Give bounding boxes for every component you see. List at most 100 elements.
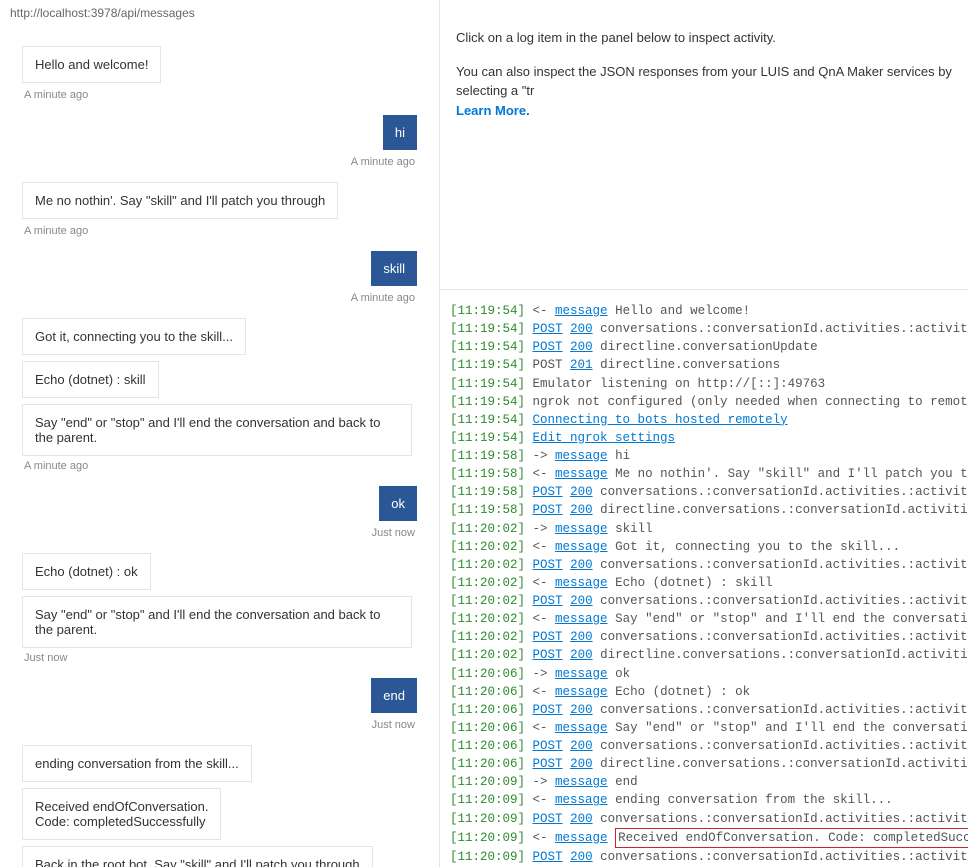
log-link[interactable]: 200 xyxy=(570,850,593,864)
user-message-bubble[interactable]: hi xyxy=(383,115,417,150)
log-timestamp: [11:20:02] xyxy=(450,576,525,590)
log-line[interactable]: [11:19:54] Emulator listening on http://… xyxy=(450,375,958,393)
log-line[interactable]: [11:20:02] POST 200 conversations.:conve… xyxy=(450,592,958,610)
log-line[interactable]: [11:20:09] -> message end xyxy=(450,773,958,791)
log-line[interactable]: [11:20:02] <- message Got it, connecting… xyxy=(450,538,958,556)
bot-message-bubble[interactable]: Say "end" or "stop" and I'll end the con… xyxy=(22,404,412,456)
user-message-bubble[interactable]: skill xyxy=(371,251,417,286)
log-link[interactable]: message xyxy=(555,721,608,735)
log-line[interactable]: [11:20:02] <- message Say "end" or "stop… xyxy=(450,610,958,628)
log-text: -> xyxy=(533,449,556,463)
log-line[interactable]: [11:19:58] POST 200 directline.conversat… xyxy=(450,501,958,519)
log-link[interactable]: message xyxy=(555,793,608,807)
log-line[interactable]: [11:20:06] POST 200 conversations.:conve… xyxy=(450,701,958,719)
log-line[interactable]: [11:20:06] POST 200 conversations.:conve… xyxy=(450,737,958,755)
log-link[interactable]: POST xyxy=(533,757,563,771)
log-link[interactable]: POST xyxy=(533,648,563,662)
log-link[interactable]: 200 xyxy=(570,322,593,336)
log-line[interactable]: [11:19:54] <- message Hello and welcome! xyxy=(450,302,958,320)
log-line[interactable]: [11:19:54] Edit ngrok settings xyxy=(450,429,958,447)
log-link[interactable]: POST xyxy=(533,594,563,608)
log-link[interactable]: POST xyxy=(533,739,563,753)
log-line[interactable]: [11:19:58] POST 200 conversations.:conve… xyxy=(450,483,958,501)
log-line[interactable]: [11:20:02] <- message Echo (dotnet) : sk… xyxy=(450,574,958,592)
log-link[interactable]: POST xyxy=(533,850,563,864)
log-link[interactable]: POST xyxy=(533,340,563,354)
log-link[interactable]: POST xyxy=(533,812,563,826)
log-link[interactable]: 200 xyxy=(570,503,593,517)
log-link[interactable]: message xyxy=(555,775,608,789)
log-link[interactable]: POST xyxy=(533,322,563,336)
log-link[interactable]: POST xyxy=(533,503,563,517)
log-link[interactable]: 201 xyxy=(570,358,593,372)
log-line[interactable]: [11:20:02] -> message skill xyxy=(450,520,958,538)
log-line[interactable]: [11:20:09] <- message Received endOfConv… xyxy=(450,828,958,848)
log-line[interactable]: [11:19:58] <- message Me no nothin'. Say… xyxy=(450,465,958,483)
log-line[interactable]: [11:20:09] POST 200 conversations.:conve… xyxy=(450,810,958,828)
bot-message-bubble[interactable]: Hello and welcome! xyxy=(22,46,161,83)
log-line[interactable]: [11:20:09] POST 200 conversations.:conve… xyxy=(450,848,958,866)
log-link[interactable]: 200 xyxy=(570,594,593,608)
log-line[interactable]: [11:20:09] <- message ending conversatio… xyxy=(450,791,958,809)
log-line[interactable]: [11:19:54] ngrok not configured (only ne… xyxy=(450,393,958,411)
bot-message-bubble[interactable]: Me no nothin'. Say "skill" and I'll patc… xyxy=(22,182,338,219)
bot-message-bubble[interactable]: Echo (dotnet) : skill xyxy=(22,361,159,398)
log-line[interactable]: [11:19:58] -> message hi xyxy=(450,447,958,465)
log-line[interactable]: [11:19:54] POST 200 directline.conversat… xyxy=(450,338,958,356)
log-line[interactable]: [11:19:54] POST 201 directline.conversat… xyxy=(450,356,958,374)
bot-message-bubble[interactable]: ending conversation from the skill... xyxy=(22,745,252,782)
log-text xyxy=(563,850,571,864)
log-link[interactable]: 200 xyxy=(570,703,593,717)
log-link[interactable]: 200 xyxy=(570,630,593,644)
log-link[interactable]: message xyxy=(555,449,608,463)
log-text xyxy=(563,739,571,753)
bot-message-bubble[interactable]: Back in the root bot. Say "skill" and I'… xyxy=(22,846,373,867)
log-link[interactable]: POST xyxy=(533,630,563,644)
log-text: hi xyxy=(608,449,631,463)
log-link[interactable]: 200 xyxy=(570,558,593,572)
log-link[interactable]: 200 xyxy=(570,812,593,826)
bot-message-bubble[interactable]: Received endOfConversation. Code: comple… xyxy=(22,788,221,840)
log-link[interactable]: Edit ngrok settings xyxy=(533,431,676,445)
log-text: -> xyxy=(533,522,556,536)
bot-message-bubble[interactable]: Say "end" or "stop" and I'll end the con… xyxy=(22,596,412,648)
user-message-bubble[interactable]: ok xyxy=(379,486,417,521)
log-line[interactable]: [11:20:06] <- message Echo (dotnet) : ok xyxy=(450,683,958,701)
log-link[interactable]: 200 xyxy=(570,739,593,753)
log-link[interactable]: Connecting to bots hosted remotely xyxy=(533,413,788,427)
log-line[interactable]: [11:20:06] <- message Say "end" or "stop… xyxy=(450,719,958,737)
log-link[interactable]: POST xyxy=(533,703,563,717)
learn-more-link[interactable]: Learn More. xyxy=(456,103,530,118)
log-link[interactable]: message xyxy=(555,304,608,318)
log-link[interactable]: POST xyxy=(533,558,563,572)
log-link[interactable]: message xyxy=(555,540,608,554)
log-link[interactable]: message xyxy=(555,522,608,536)
log-timestamp: [11:19:58] xyxy=(450,467,525,481)
log-link[interactable]: message xyxy=(555,831,608,845)
log-link[interactable]: 200 xyxy=(570,757,593,771)
bot-message-bubble[interactable]: Got it, connecting you to the skill... xyxy=(22,318,246,355)
log-text: skill xyxy=(608,522,653,536)
log-text: <- xyxy=(533,831,556,845)
log-text: <- xyxy=(533,467,556,481)
log-link[interactable]: message xyxy=(555,685,608,699)
log-link[interactable]: 200 xyxy=(570,340,593,354)
user-message-bubble[interactable]: end xyxy=(371,678,417,713)
log-link[interactable]: 200 xyxy=(570,648,593,662)
log-timestamp: [11:20:02] xyxy=(450,594,525,608)
log-panel[interactable]: [11:19:54] <- message Hello and welcome!… xyxy=(440,290,968,867)
log-link[interactable]: POST xyxy=(533,485,563,499)
log-link[interactable]: 200 xyxy=(570,485,593,499)
log-line[interactable]: [11:19:54] POST 200 conversations.:conve… xyxy=(450,320,958,338)
log-line[interactable]: [11:20:02] POST 200 conversations.:conve… xyxy=(450,628,958,646)
log-line[interactable]: [11:20:06] -> message ok xyxy=(450,665,958,683)
log-line[interactable]: [11:19:54] Connecting to bots hosted rem… xyxy=(450,411,958,429)
log-line[interactable]: [11:20:02] POST 200 conversations.:conve… xyxy=(450,556,958,574)
log-line[interactable]: [11:20:06] POST 200 directline.conversat… xyxy=(450,755,958,773)
log-link[interactable]: message xyxy=(555,667,608,681)
log-line[interactable]: [11:20:02] POST 200 directline.conversat… xyxy=(450,646,958,664)
log-link[interactable]: message xyxy=(555,576,608,590)
bot-message-bubble[interactable]: Echo (dotnet) : ok xyxy=(22,553,151,590)
log-link[interactable]: message xyxy=(555,612,608,626)
log-link[interactable]: message xyxy=(555,467,608,481)
